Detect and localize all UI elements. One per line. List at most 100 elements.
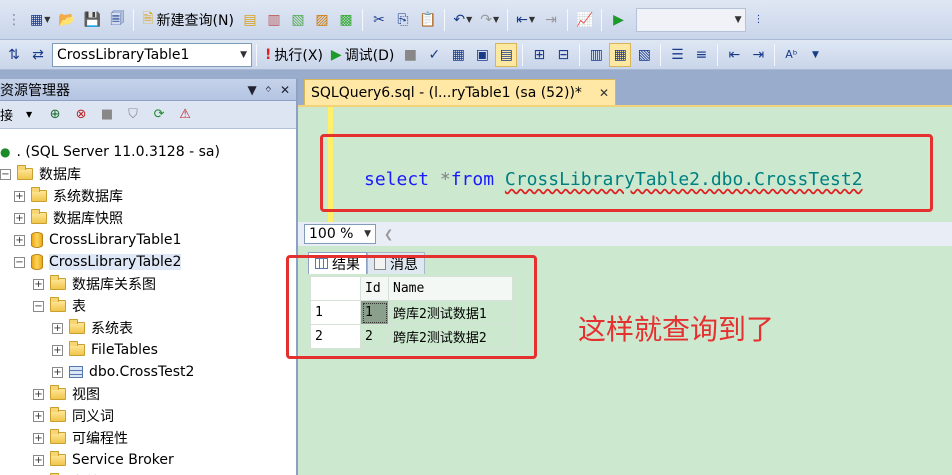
tree-node-tables[interactable]: − 表 — [0, 295, 296, 317]
navigate-backward-icon[interactable]: ⇤ ▼ — [513, 8, 538, 32]
collapse-icon[interactable]: − — [14, 256, 25, 268]
new-query-button[interactable]: 🗎 新建查询(N) — [139, 8, 237, 32]
close-icon[interactable]: ✕ — [599, 86, 609, 100]
increase-indent-icon[interactable]: ⇥ — [747, 43, 769, 67]
undo-icon[interactable]: ↶ ▼ — [450, 8, 475, 32]
disconnect-icon[interactable]: ⊗ — [71, 106, 91, 124]
tree-node-storage[interactable]: + 存储 — [0, 471, 296, 475]
tab-sqlquery6[interactable]: SQLQuery6.sql - (l...ryTable1 (sa (52))*… — [304, 79, 616, 105]
tree-node-views[interactable]: + 视图 — [0, 383, 296, 405]
tree-node-label: 数据库快照 — [53, 211, 123, 227]
xmla-query-icon[interactable]: ▨ — [311, 8, 333, 32]
cut-icon[interactable]: ✂ — [368, 8, 390, 32]
expand-icon[interactable]: + — [14, 212, 25, 224]
tree-node-label: dbo.CrossTest2 — [89, 364, 195, 380]
query-designer-icon[interactable]: ▣ — [471, 43, 493, 67]
pin-icon[interactable]: ᛜ — [265, 83, 272, 97]
tree-node-system-tables[interactable]: + 系统表 — [0, 317, 296, 339]
expand-icon[interactable]: + — [33, 388, 44, 400]
mdx-query-icon[interactable]: ▥ — [263, 8, 285, 32]
tree-node-label: . (SQL Server 11.0.3128 - sa) — [16, 144, 220, 160]
connect-dropdown-icon[interactable]: ▼ — [19, 106, 39, 124]
tree-node-database-diagrams[interactable]: + 数据库关系图 — [0, 273, 296, 295]
navigate-forward-icon[interactable]: ⇥ — [540, 8, 562, 32]
results-to-text-icon[interactable]: ▥ — [585, 43, 607, 67]
save-all-icon[interactable]: 🗐 — [106, 8, 128, 32]
connect-label[interactable]: 接 — [0, 105, 13, 124]
close-icon[interactable]: ✕ — [280, 83, 290, 97]
tree-node-server[interactable]: ● . (SQL Server 11.0.3128 - sa) — [0, 141, 296, 163]
change-connection-icon[interactable]: ⇄ — [27, 43, 49, 67]
zoom-combo[interactable]: 100 % ▼ — [304, 224, 376, 244]
save-icon[interactable]: 💾 — [81, 8, 104, 32]
comment-out-icon[interactable]: ☰ — [666, 43, 688, 67]
cancel-query-icon[interactable]: ■ — [399, 43, 421, 67]
expand-icon[interactable]: + — [52, 366, 63, 378]
expand-icon[interactable]: + — [33, 454, 44, 466]
stop-icon[interactable]: ■ — [97, 106, 117, 124]
decrease-indent-icon[interactable]: ⇤ — [723, 43, 745, 67]
start-debug-icon[interactable]: ▶ — [607, 8, 629, 32]
zoom-value: 100 % — [309, 226, 354, 242]
connect-icon[interactable]: ⇅ — [3, 43, 25, 67]
tree-node-label: Service Broker — [72, 452, 174, 468]
toolbar-separator — [717, 43, 719, 66]
include-client-statistics-icon[interactable]: ⊟ — [552, 43, 574, 67]
dmx-query-icon[interactable]: ▧ — [287, 8, 309, 32]
scroll-left-icon[interactable]: ❮ — [384, 228, 393, 241]
available-databases-combo[interactable]: CrossLibraryTable1 ▼ — [52, 42, 252, 67]
tree-node-programmability[interactable]: + 可编程性 — [0, 427, 296, 449]
copy-icon[interactable]: ⎘ — [392, 8, 414, 32]
tree-node-label: FileTables — [91, 342, 158, 358]
database-icon — [31, 232, 43, 248]
tree-node-system-databases[interactable]: + 系统数据库 — [0, 185, 296, 207]
open-file-icon[interactable]: 📂 — [55, 8, 78, 32]
folder-icon — [50, 275, 66, 290]
collapse-icon[interactable]: − — [33, 300, 44, 312]
parse-icon[interactable]: ✓ — [423, 43, 445, 67]
solution-configuration-combo[interactable]: ▼ — [636, 7, 747, 32]
results-to-grid-icon[interactable]: ▤ — [495, 42, 518, 67]
expand-icon[interactable]: + — [52, 344, 63, 356]
toolbar-overflow-icon[interactable]: ⋮ — [747, 8, 769, 32]
paste-icon[interactable]: 📋 — [416, 8, 439, 32]
tree-node-synonyms[interactable]: + 同义词 — [0, 405, 296, 427]
tree-node-service-broker[interactable]: + Service Broker — [0, 449, 296, 471]
expand-icon[interactable]: + — [33, 278, 44, 290]
tree-node-crosslibrarytable1[interactable]: + CrossLibraryTable1 — [0, 229, 296, 251]
window-position-dropdown-icon[interactable]: ▼ — [248, 83, 257, 97]
display-estimated-plan-icon[interactable]: ▦ — [447, 43, 469, 67]
debug-button[interactable]: ▶ 调试(D) — [328, 43, 398, 67]
layout-icon[interactable]: ▦ ▼ — [27, 8, 53, 32]
expand-icon[interactable]: + — [52, 322, 63, 334]
toolbar-separator — [660, 43, 662, 66]
analysis-query-icon[interactable]: ▩ — [335, 8, 357, 32]
results-grid-icon[interactable]: ▦ — [609, 42, 632, 67]
specify-template-values-icon[interactable]: Aᵇ — [780, 43, 802, 67]
toolbar-separator — [256, 43, 257, 66]
editor-zoom-bar: 100 % ▼ ❮ — [298, 222, 952, 246]
redo-icon[interactable]: ↷ ▼ — [477, 8, 502, 32]
results-to-file-icon[interactable]: ▧ — [633, 43, 655, 67]
tree-node-crosslibrarytable2[interactable]: − CrossLibraryTable2 — [0, 251, 296, 273]
expand-icon[interactable]: + — [33, 432, 44, 444]
expand-icon[interactable]: + — [33, 410, 44, 422]
tree-node-dbo-crosstest2[interactable]: + dbo.CrossTest2 — [0, 361, 296, 383]
tree-node-databases[interactable]: − 数据库 — [0, 163, 296, 185]
expand-icon[interactable]: + — [14, 234, 25, 246]
tree-node-database-snapshots[interactable]: + 数据库快照 — [0, 207, 296, 229]
execute-button[interactable]: ! 执行(X) — [262, 43, 326, 67]
toolbar-overflow-icon[interactable]: ▼ — [804, 43, 826, 67]
activity-monitor-icon[interactable]: ⚠ — [175, 106, 195, 124]
connect-server-icon[interactable]: ⊕ — [45, 106, 65, 124]
include-actual-plan-icon[interactable]: ⊞ — [528, 43, 550, 67]
expand-icon[interactable]: + — [14, 190, 25, 202]
database-engine-query-icon[interactable]: ▤ — [239, 8, 261, 32]
object-explorer-titlebar: 资源管理器 ▼ ᛜ ✕ — [0, 79, 296, 101]
tree-node-filetables[interactable]: + FileTables — [0, 339, 296, 361]
activity-monitor-icon[interactable]: 📈 — [573, 8, 596, 32]
filter-icon[interactable]: ⛉ — [123, 106, 143, 124]
collapse-icon[interactable]: − — [0, 168, 11, 180]
uncomment-icon[interactable]: ≡ — [690, 43, 712, 67]
refresh-icon[interactable]: ⟳ — [149, 106, 169, 124]
